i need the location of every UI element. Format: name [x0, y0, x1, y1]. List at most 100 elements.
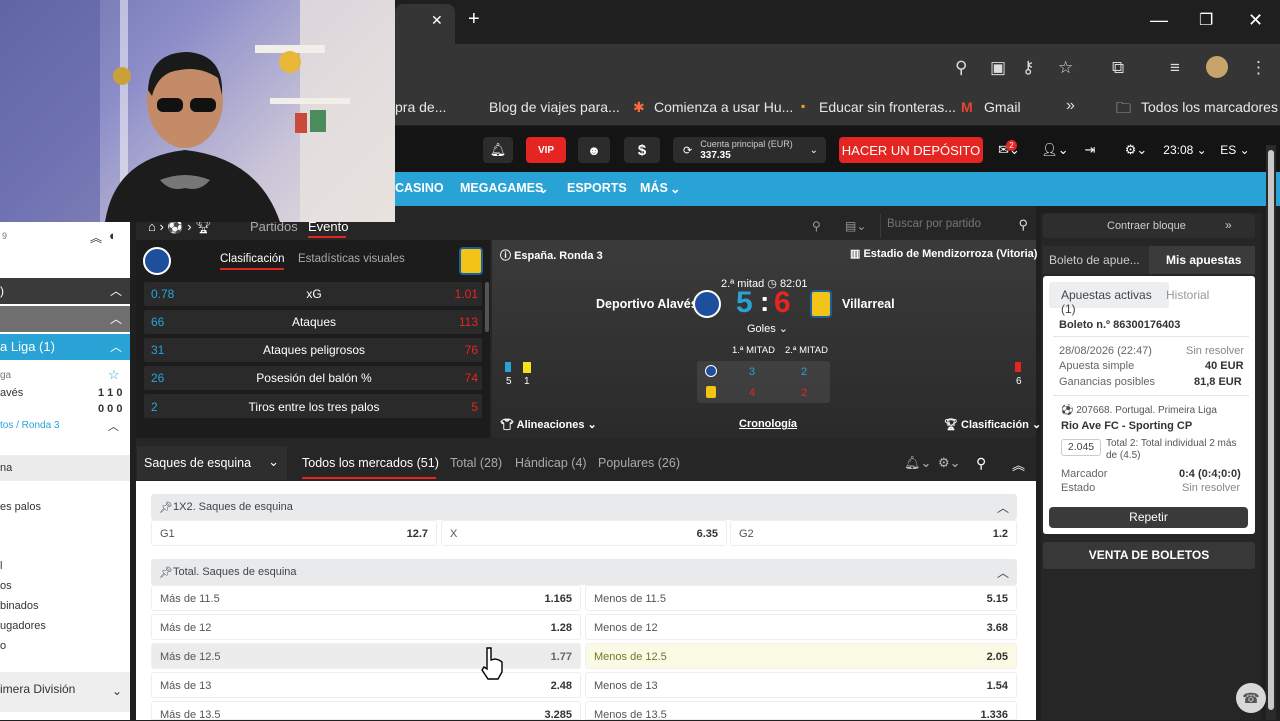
extensions-icon[interactable]: ⧉	[1112, 58, 1124, 78]
odd-button[interactable]: X 6.35	[441, 520, 727, 546]
bookmark-item[interactable]: pra de...	[395, 99, 446, 115]
menu-icon[interactable]: ⋮	[1250, 58, 1267, 78]
install-icon[interactable]: ▣	[990, 58, 1006, 78]
search-icon[interactable]: ⚲	[976, 455, 986, 472]
standings-toggle[interactable]: 🏆︎ Clasificación ⌄	[944, 418, 1041, 431]
minimize-icon[interactable]: —	[1150, 10, 1168, 31]
tab-total[interactable]: Total (28)	[450, 456, 502, 470]
goals-toggle[interactable]: Goles ⌄	[747, 322, 788, 335]
sidebar-league-primera[interactable]: imera División ⌄	[0, 672, 130, 712]
odd-button[interactable]: Más de 12.5 1.77	[151, 643, 581, 669]
globe-icon[interactable]: ◐	[109, 228, 117, 243]
tab-handicap[interactable]: Hándicap (4)	[515, 456, 587, 470]
bookmark-item[interactable]: Educar sin fronteras...	[819, 99, 956, 115]
pin-icon[interactable]: 📌︎	[159, 501, 173, 514]
ticket-sale-button[interactable]: VENTA DE BOLETOS	[1043, 542, 1255, 569]
stadium-label[interactable]: ▥ Estadio de Mendizorroza (Vitoria) ⌄	[850, 247, 1050, 260]
more-bookmarks-icon[interactable]: »	[1066, 97, 1075, 115]
market-selector[interactable]: Saques de esquina ⌄	[137, 446, 287, 480]
sidebar-text[interactable]: binados	[0, 600, 130, 612]
key-icon[interactable]: ⚷	[1022, 58, 1034, 78]
bookmark-star-icon[interactable]: ☆	[1058, 58, 1073, 78]
market-1x2-header[interactable]: 📌︎ 1X2. Saques de esquina ︿	[151, 494, 1017, 520]
bookmark-item[interactable]: Comienza a usar Hu...	[654, 99, 793, 115]
star-icon[interactable]: ☆	[108, 367, 120, 383]
gear-icon[interactable]: ⚙⌄	[938, 455, 961, 471]
odd-button[interactable]: G2 1.2	[730, 520, 1017, 546]
sidebar-league-laliga[interactable]: a Liga (1) ︿	[0, 334, 130, 360]
tab-close-icon[interactable]: ✕	[431, 12, 443, 29]
user-menu-button[interactable]: 👤︎⌄	[1038, 137, 1072, 163]
pin-icon[interactable]: 📌︎	[159, 566, 173, 579]
time-selector[interactable]: 23:08 ⌄	[1160, 137, 1210, 163]
logout-button[interactable]: ⇥	[1077, 137, 1103, 163]
bell-icon[interactable]: 🔔︎⌄	[904, 455, 931, 471]
profile-avatar[interactable]	[1206, 56, 1228, 78]
settings-button[interactable]: ⚙⌄	[1117, 137, 1155, 163]
location-pin-icon[interactable]: ⚲	[812, 219, 821, 233]
language-selector[interactable]: ES ⌄	[1215, 137, 1255, 163]
sidebar-text[interactable]: o	[0, 640, 130, 652]
repeat-button[interactable]: Repetir	[1049, 507, 1248, 528]
match-search-input[interactable]	[887, 218, 1007, 230]
tab-estadisticas-visuales[interactable]: Estadísticas visuales	[298, 253, 405, 265]
sidebar-text[interactable]: es palos	[0, 501, 130, 513]
chevron-up-icon[interactable]: ︿	[108, 418, 119, 434]
odd-button[interactable]: Más de 11.5 1.165	[151, 585, 581, 611]
chevron-up-icon[interactable]: ︿	[997, 499, 1009, 516]
sidebar-section[interactable]: ) ︿	[0, 278, 130, 304]
odd-button[interactable]: Menos de 13.5 1.336	[585, 701, 1017, 721]
media-icon[interactable]: ≡	[1170, 58, 1180, 78]
odd-button[interactable]: Más de 13.5 3.285	[151, 701, 581, 721]
page-scrollbar-thumb[interactable]	[1268, 150, 1274, 710]
nav-esports[interactable]: ESPORTS	[567, 181, 627, 195]
support-chat-icon[interactable]: ☎	[1236, 683, 1266, 713]
odd-button[interactable]: Menos de 11.5 5.15	[585, 585, 1017, 611]
chart-icon[interactable]: ▤⌄	[845, 219, 866, 233]
stats-scrollbar[interactable]	[485, 282, 489, 332]
all-bookmarks[interactable]: Todos los marcadores	[1141, 99, 1278, 115]
tab-active-bets[interactable]: Apuestas activas (1)	[1049, 282, 1169, 316]
collapse-all-icon[interactable]: ︽	[1012, 455, 1025, 474]
timeline-link[interactable]: Cronología	[739, 418, 797, 430]
zoom-icon[interactable]: ⚲	[955, 58, 967, 78]
tab-all-markets[interactable]: Todos los mercados (51)	[302, 456, 439, 470]
sidebar-section[interactable]: ︿	[0, 306, 130, 332]
sidebar-text[interactable]: l	[0, 560, 130, 572]
bookmark-item[interactable]: Gmail	[984, 99, 1021, 115]
restore-icon[interactable]: ❐	[1199, 10, 1213, 30]
account-selector[interactable]: ⟳ Cuenta principal (EUR) 337.35 ⌄	[673, 137, 826, 163]
nav-more[interactable]: MÁS	[640, 181, 668, 195]
odd-button[interactable]: Menos de 12.5 2.05	[585, 643, 1017, 669]
tab-populares[interactable]: Populares (26)	[598, 456, 680, 470]
odd-button[interactable]: Menos de 12 3.68	[585, 614, 1017, 640]
nav-megagames[interactable]: MEGAGAMES	[460, 181, 543, 195]
tab-boleto[interactable]: Boleto de apue...	[1043, 246, 1149, 274]
tab-mis-apuestas[interactable]: Mis apuestas	[1149, 246, 1255, 274]
odd-button[interactable]: G1 12.7	[151, 520, 437, 546]
deposit-button[interactable]: HACER UN DEPÓSITO	[839, 137, 983, 163]
odd-button[interactable]: Más de 12 1.28	[151, 614, 581, 640]
lineups-toggle[interactable]: 👕︎ Alineaciones ⌄	[500, 418, 597, 431]
notifications-bell-button[interactable]: 🔔︎	[483, 137, 513, 163]
tab-clasificacion[interactable]: Clasificación	[220, 253, 285, 265]
bookmark-item[interactable]: Blog de viajes para...	[489, 99, 620, 115]
close-window-icon[interactable]: ✕	[1248, 10, 1263, 31]
sidebar-text[interactable]: os	[0, 580, 130, 592]
double-chevron-up-icon[interactable]: ︽	[90, 229, 102, 246]
odd-button[interactable]: Más de 13 2.48	[151, 672, 581, 698]
chevron-up-icon[interactable]: ︿	[997, 564, 1009, 581]
match-search[interactable]: ⚲	[880, 214, 1032, 238]
sidebar-text[interactable]: na	[0, 462, 130, 474]
new-tab-icon[interactable]: +	[468, 8, 480, 31]
search-icon[interactable]: ⚲	[1018, 217, 1028, 233]
collapse-block-button[interactable]: Contraer bloque »	[1043, 214, 1255, 238]
dollar-button[interactable]: $	[624, 137, 660, 163]
odd-button[interactable]: Menos de 13 1.54	[585, 672, 1017, 698]
sidebar-text[interactable]: ugadores	[0, 620, 130, 632]
promo-button[interactable]: ☻	[578, 137, 610, 163]
nav-casino[interactable]: CASINO	[395, 181, 444, 195]
tab-history[interactable]: Historial	[1166, 288, 1209, 302]
browser-active-tab[interactable]	[395, 4, 455, 44]
vip-button[interactable]: VIP	[526, 137, 566, 163]
